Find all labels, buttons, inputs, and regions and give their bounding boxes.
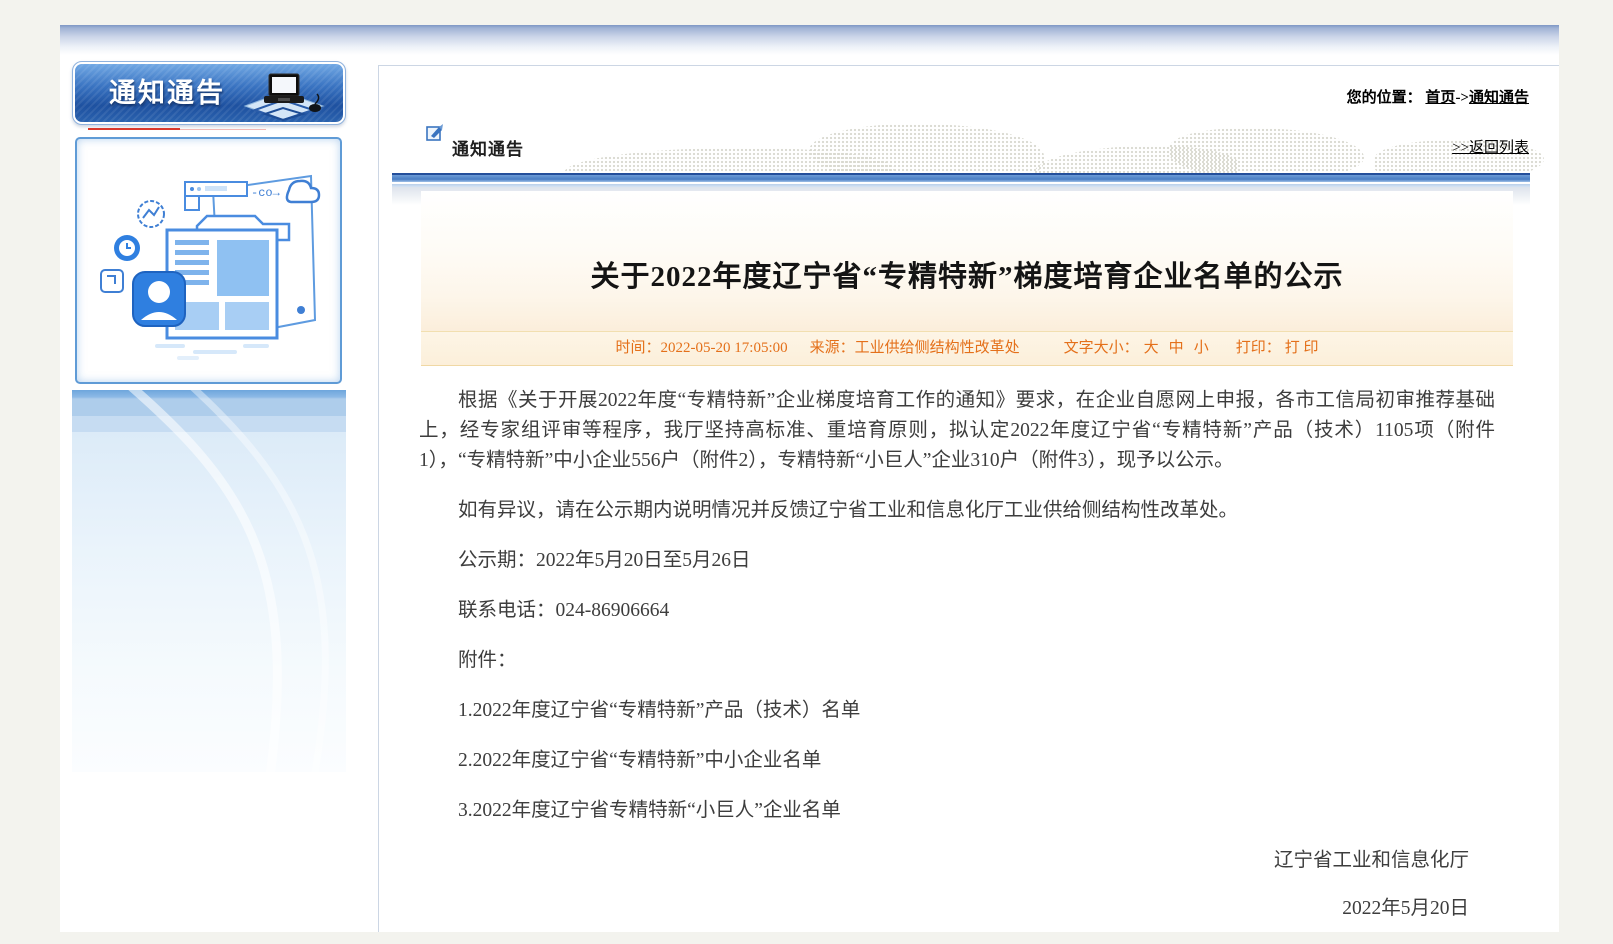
- section-title: 通知通告: [452, 135, 524, 160]
- article-title-box: 关于2022年度辽宁省“专精特新”梯度培育企业名单的公示: [421, 191, 1513, 331]
- red-accent-line-faint: [180, 129, 266, 130]
- laptop-icon: [231, 70, 335, 122]
- breadcrumb-arrow: ->: [1455, 90, 1469, 106]
- breadcrumb-current-link[interactable]: 通知通告: [1469, 90, 1529, 106]
- page-top-gradient: [60, 25, 1559, 55]
- section-header: 通知通告: [426, 123, 524, 160]
- font-size-label: 文字大小：: [1064, 340, 1139, 356]
- main-content-panel: 您的位置： 首页->通知通告 通知通告 >>返回列表 关于20: [378, 65, 1559, 932]
- breadcrumb: 您的位置： 首页->通知通告: [1347, 86, 1529, 107]
- article-paragraph: 附件：: [419, 646, 1495, 676]
- article-title: 关于2022年度辽宁省“专精特新”梯度培育企业名单的公示: [421, 191, 1513, 295]
- sidebar-illustration-panel: -co→: [75, 137, 342, 384]
- meta-time-label: 时间：: [616, 340, 661, 356]
- sidebar-decoration: [72, 390, 346, 772]
- article-meta-bar: 时间：2022-05-20 17:05:00 来源：工业供给侧结构性改革处 文字大小…: [421, 331, 1513, 366]
- article-paragraph: 公示期：2022年5月20日至5月26日: [419, 546, 1495, 576]
- font-size-large[interactable]: 大: [1144, 340, 1159, 356]
- sidebar-header: 通知通告: [72, 61, 346, 125]
- attachment-item: 1.2022年度辽宁省“专精特新”产品（技术）名单: [419, 696, 1495, 726]
- section-divider-bar: [392, 173, 1530, 187]
- swoosh-curves: [72, 390, 346, 772]
- website-illustration: -co→: [93, 152, 325, 369]
- attachment-item: 2.2022年度辽宁省“专精特新”中小企业名单: [419, 746, 1495, 776]
- notice-page: { "sidebar": { "header": { "title": "通知通…: [0, 0, 1613, 932]
- print-button[interactable]: 打 印: [1285, 340, 1319, 356]
- sidebar-header-banner: 通知通告: [75, 64, 343, 122]
- meta-source-label: 来源：: [810, 340, 855, 356]
- breadcrumb-label: 您的位置：: [1347, 90, 1422, 106]
- meta-time-value: 2022-05-20 17:05:00: [661, 340, 788, 356]
- font-size-medium[interactable]: 中: [1169, 340, 1184, 356]
- attachment-item: 3.2022年度辽宁省专精特新“小巨人”企业名单: [419, 796, 1495, 826]
- article-paragraph: 如有异议，请在公示期内说明情况并反馈辽宁省工业和信息化厅工业供给侧结构性改革处。: [419, 496, 1495, 526]
- font-size-small[interactable]: 小: [1194, 340, 1209, 356]
- article-date: 2022年5月20日: [419, 894, 1469, 924]
- meta-source-value: 工业供给侧结构性改革处: [855, 340, 1020, 356]
- article-body: 根据《关于开展2022年度“专精特新”企业梯度培育工作的通知》要求，在企业自愿网…: [419, 386, 1495, 944]
- article-paragraph: 根据《关于开展2022年度“专精特新”企业梯度培育工作的通知》要求，在企业自愿网…: [419, 386, 1495, 476]
- red-accent-line: [88, 128, 180, 130]
- svg-text:-co→: -co→: [251, 186, 281, 200]
- sidebar-title: 通知通告: [109, 64, 225, 122]
- edit-icon: [426, 123, 444, 146]
- page-container: 通知通告: [60, 25, 1559, 932]
- article-signature: 辽宁省工业和信息化厅: [419, 846, 1469, 876]
- article-paragraph: 联系电话：024-86906664: [419, 596, 1495, 626]
- print-label: 打印：: [1236, 340, 1281, 356]
- back-to-list-link[interactable]: >>返回列表: [1452, 136, 1529, 157]
- breadcrumb-home-link[interactable]: 首页: [1425, 90, 1455, 106]
